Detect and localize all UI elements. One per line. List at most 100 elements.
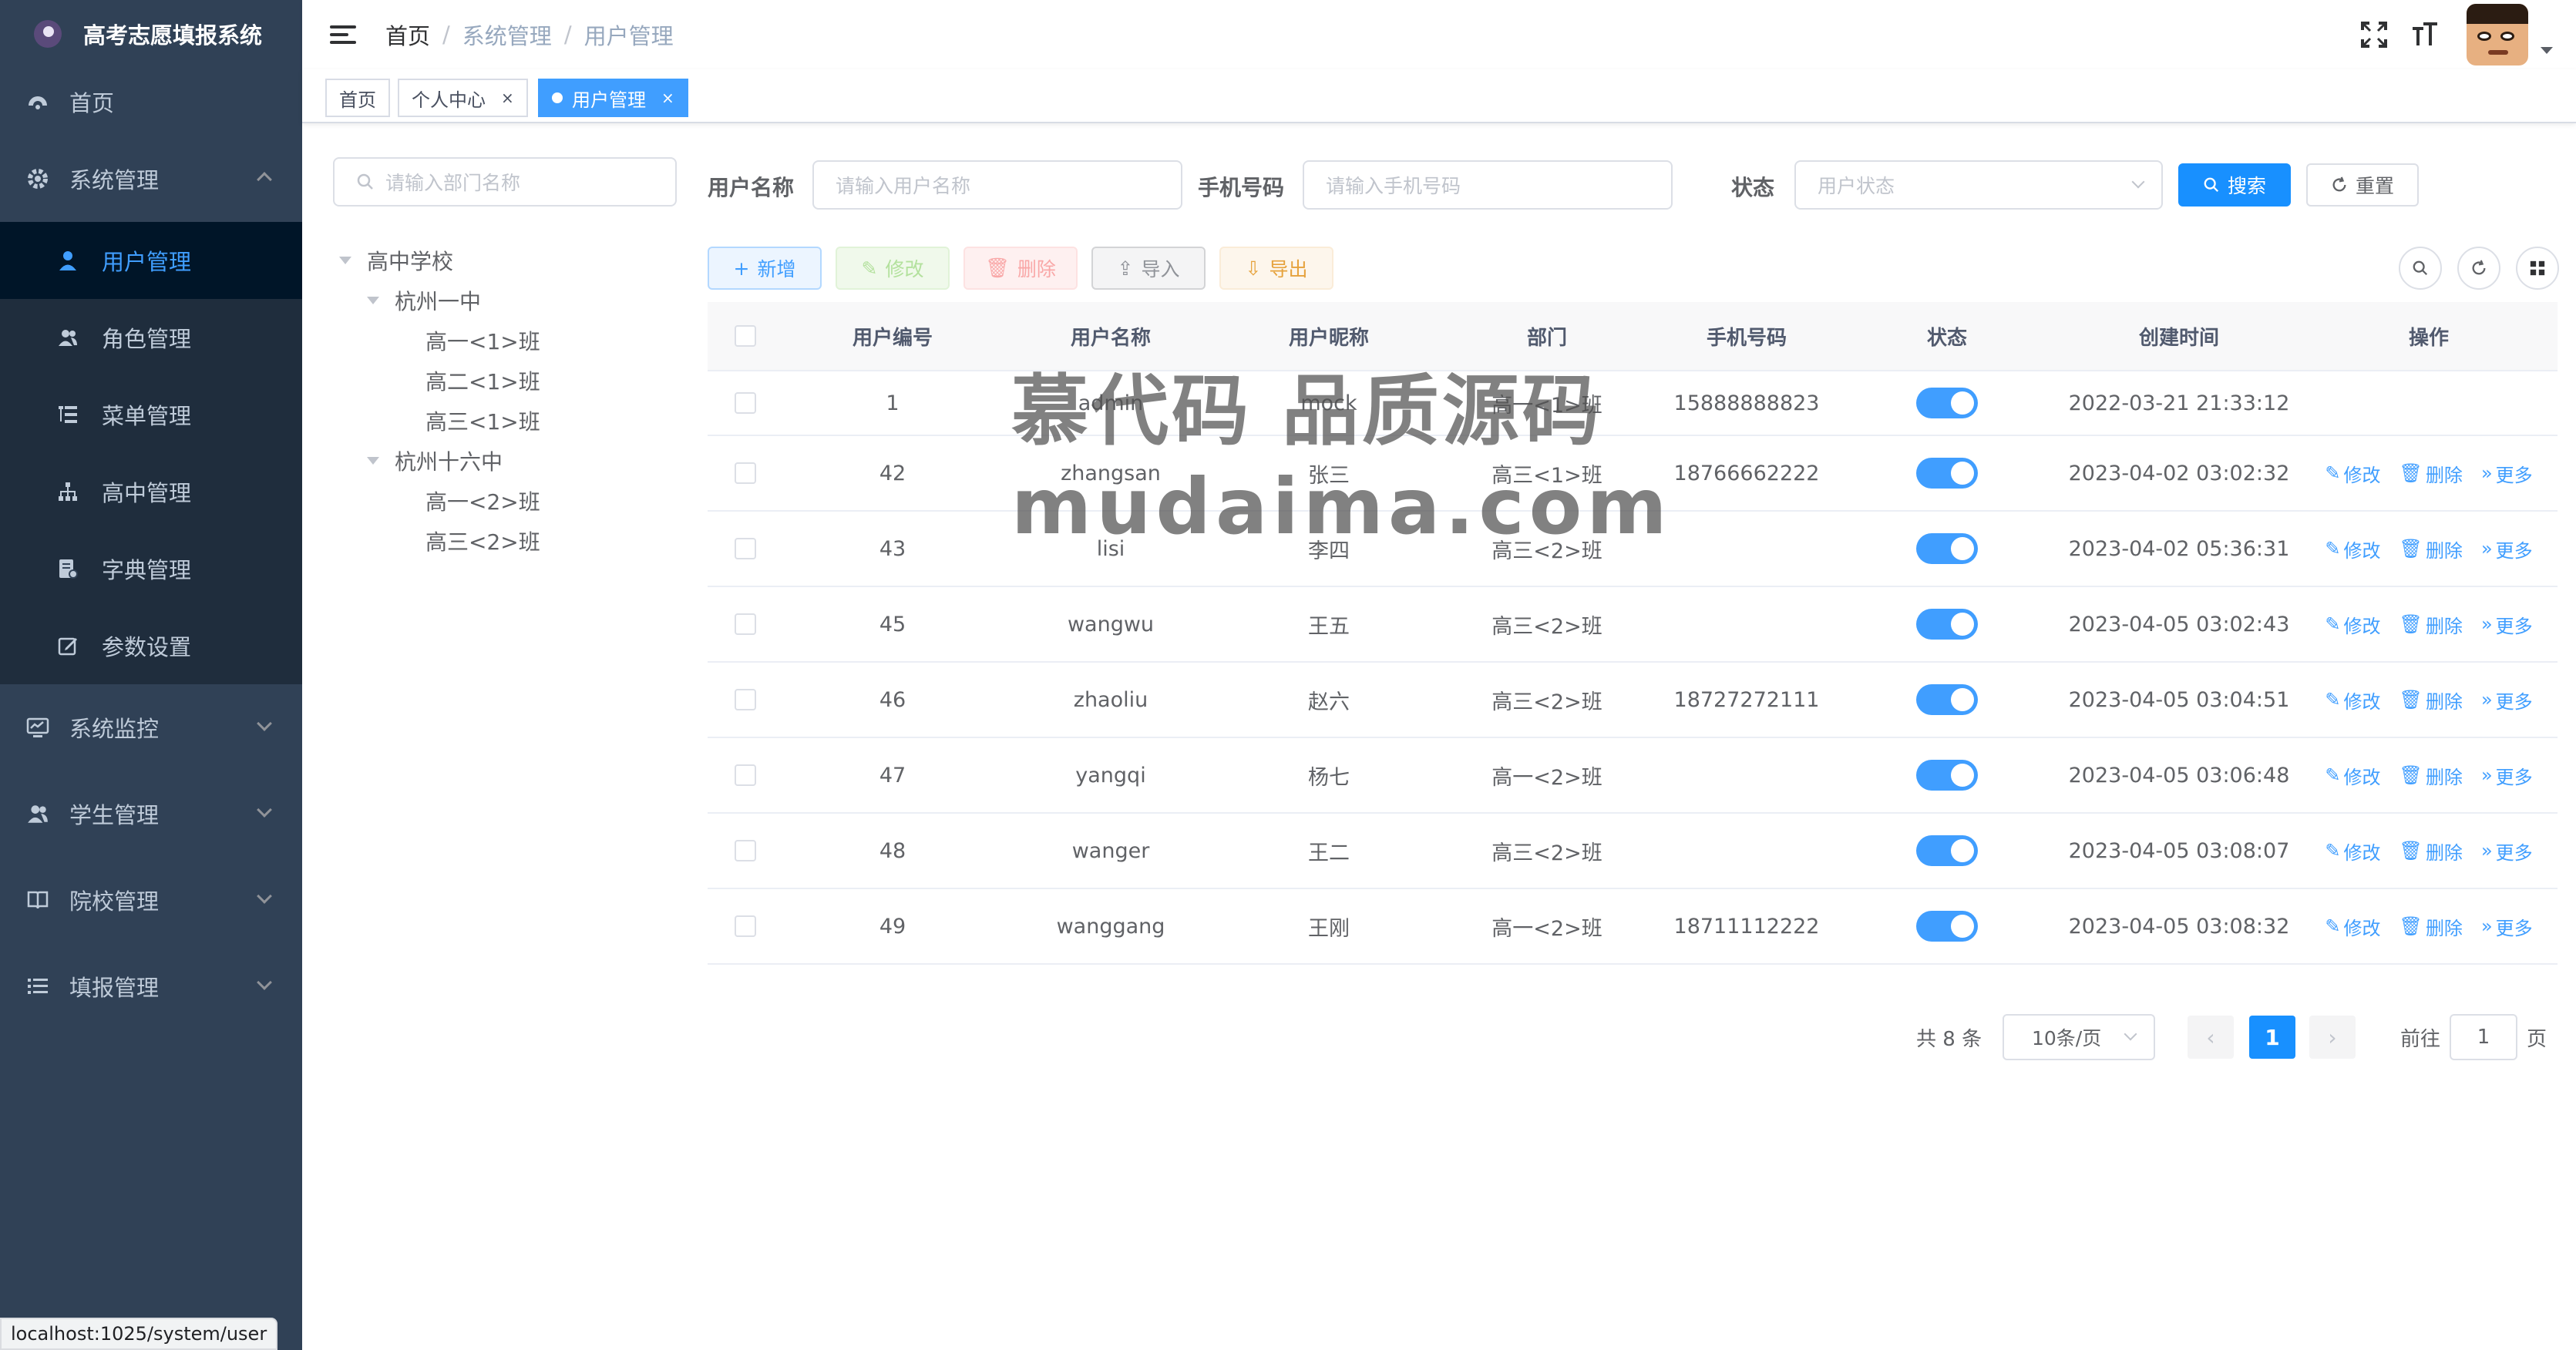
- sidebar-item-highschool-management[interactable]: 高中管理: [0, 453, 302, 530]
- toggle-search-button[interactable]: [2399, 247, 2442, 290]
- avatar[interactable]: [2467, 4, 2528, 65]
- row-checkbox[interactable]: [735, 462, 756, 484]
- sidebar-item-dict-management[interactable]: 字典管理: [0, 530, 302, 607]
- sidebar-item-user-management[interactable]: 用户管理: [0, 222, 302, 299]
- row-checkbox[interactable]: [735, 538, 756, 559]
- row-edit-link[interactable]: ✎ 修改: [2325, 913, 2380, 940]
- phone-input[interactable]: 请输入手机号码: [1303, 160, 1673, 210]
- sidebar-item-monitor[interactable]: 系统监控: [0, 684, 302, 771]
- breadcrumb-home[interactable]: 首页: [385, 18, 430, 51]
- row-edit-link[interactable]: ✎ 修改: [2325, 687, 2380, 714]
- caret-down-icon[interactable]: [367, 457, 379, 465]
- row-delete-link[interactable]: 🗑 删除: [2399, 762, 2462, 789]
- select-all-checkbox[interactable]: [735, 325, 756, 347]
- status-switch[interactable]: [1916, 684, 1978, 715]
- sidebar-item-role-management[interactable]: 角色管理: [0, 299, 302, 376]
- row-delete-link[interactable]: 🗑 删除: [2399, 611, 2462, 638]
- goto-page-input[interactable]: 1: [2450, 1014, 2517, 1060]
- prev-page-button[interactable]: ‹: [2188, 1016, 2234, 1059]
- columns-button[interactable]: [2516, 247, 2559, 290]
- sidebar-item-colleges[interactable]: 院校管理: [0, 857, 302, 943]
- phone-placeholder: 请输入手机号码: [1326, 175, 1461, 197]
- tree-node-class[interactable]: 高三<2>班: [425, 521, 540, 561]
- hamburger-icon[interactable]: [330, 22, 356, 48]
- status-switch[interactable]: [1916, 533, 1978, 564]
- row-more-link[interactable]: » 更多: [2481, 611, 2533, 638]
- cell-created: 2023-04-05 03:04:51: [2068, 687, 2290, 712]
- import-button[interactable]: ⇪ 导入: [1091, 247, 1206, 290]
- status-switch[interactable]: [1916, 458, 1978, 489]
- app-brand[interactable]: 高考志愿填报系统: [0, 0, 302, 68]
- caret-down-icon[interactable]: [367, 297, 379, 304]
- tag-profile[interactable]: 个人中心 ×: [398, 79, 528, 117]
- status-switch[interactable]: [1916, 911, 1978, 942]
- cell-username: lisi: [1096, 536, 1125, 561]
- close-icon[interactable]: ×: [501, 89, 514, 107]
- page-size-select[interactable]: 10条/页: [2003, 1014, 2155, 1060]
- delete-button[interactable]: 🗑 删除: [963, 247, 1078, 290]
- export-button[interactable]: ⇩ 导出: [1219, 247, 1333, 290]
- reset-button[interactable]: 重置: [2306, 163, 2419, 207]
- caret-down-icon[interactable]: [339, 257, 351, 264]
- row-checkbox[interactable]: [735, 392, 756, 414]
- row-more-link[interactable]: » 更多: [2481, 460, 2533, 487]
- cell-actions: ✎ 修改 🗑 删除 » 更多: [2302, 913, 2556, 940]
- status-switch[interactable]: [1916, 835, 1978, 866]
- row-checkbox[interactable]: [735, 840, 756, 861]
- add-button[interactable]: + 新增: [708, 247, 822, 290]
- search-button[interactable]: 搜索: [2178, 163, 2291, 207]
- row-delete-link[interactable]: 🗑 删除: [2399, 687, 2462, 714]
- cell-actions: ✎ 修改 🗑 删除 » 更多: [2302, 762, 2556, 789]
- row-checkbox[interactable]: [735, 915, 756, 937]
- row-checkbox[interactable]: [735, 764, 756, 786]
- row-more-link[interactable]: » 更多: [2481, 536, 2533, 562]
- sidebar-item-param-settings[interactable]: 参数设置: [0, 607, 302, 684]
- font-size-icon[interactable]: [2408, 18, 2442, 52]
- status-select[interactable]: 用户状态: [1794, 160, 2163, 210]
- row-edit-link[interactable]: ✎ 修改: [2325, 838, 2380, 865]
- table-row: 42 zhangsan 张三 高三<1>班 18766662222 2023-04-02 …: [708, 436, 2558, 512]
- tree-node-class[interactable]: 高二<1>班: [425, 361, 540, 401]
- tree-node-class[interactable]: 高一<1>班: [425, 321, 540, 361]
- caret-down-icon[interactable]: [2541, 46, 2553, 54]
- tree-node-class[interactable]: 高一<2>班: [425, 481, 540, 521]
- row-delete-link[interactable]: 🗑 删除: [2399, 838, 2462, 865]
- row-more-label: 更多: [2495, 539, 2533, 562]
- tree-node-class[interactable]: 高三<1>班: [425, 401, 540, 441]
- row-edit-link[interactable]: ✎ 修改: [2325, 536, 2380, 562]
- sidebar-item-application[interactable]: 填报管理: [0, 943, 302, 1029]
- sidebar-item-home[interactable]: 首页: [0, 68, 302, 136]
- row-edit-link[interactable]: ✎ 修改: [2325, 460, 2380, 487]
- tag-user-management[interactable]: 用户管理 ×: [538, 79, 688, 117]
- sidebar-item-system[interactable]: 系统管理: [0, 136, 302, 222]
- edit-button[interactable]: ✎ 修改: [836, 247, 950, 290]
- row-more-link[interactable]: » 更多: [2481, 762, 2533, 789]
- row-checkbox[interactable]: [735, 689, 756, 710]
- status-switch[interactable]: [1916, 388, 1978, 418]
- tree-node-root[interactable]: 高中学校: [339, 240, 453, 280]
- row-checkbox[interactable]: [735, 613, 756, 635]
- row-delete-link[interactable]: 🗑 删除: [2399, 536, 2462, 562]
- dept-search-input[interactable]: 请输入部门名称: [333, 157, 677, 207]
- row-more-link[interactable]: » 更多: [2481, 913, 2533, 940]
- cell-created: 2023-04-02 05:36:31: [2068, 536, 2290, 561]
- row-more-link[interactable]: » 更多: [2481, 687, 2533, 714]
- close-icon[interactable]: ×: [661, 89, 674, 107]
- page-number[interactable]: 1: [2249, 1016, 2295, 1059]
- tree-node-school1[interactable]: 杭州一中: [367, 280, 481, 321]
- row-delete-link[interactable]: 🗑 删除: [2399, 913, 2462, 940]
- status-switch[interactable]: [1916, 609, 1978, 640]
- sidebar-item-menu-management[interactable]: 菜单管理: [0, 376, 302, 453]
- fullscreen-icon[interactable]: [2357, 18, 2391, 52]
- sidebar-item-students[interactable]: 学生管理: [0, 771, 302, 857]
- row-more-link[interactable]: » 更多: [2481, 838, 2533, 865]
- refresh-button[interactable]: [2457, 247, 2500, 290]
- tree-node-school2[interactable]: 杭州十六中: [367, 441, 503, 481]
- status-switch[interactable]: [1916, 760, 1978, 791]
- tag-home[interactable]: 首页: [325, 79, 390, 117]
- username-input[interactable]: 请输入用户名称: [812, 160, 1182, 210]
- row-delete-link[interactable]: 🗑 删除: [2399, 460, 2462, 487]
- row-edit-link[interactable]: ✎ 修改: [2325, 611, 2380, 638]
- row-edit-link[interactable]: ✎ 修改: [2325, 762, 2380, 789]
- next-page-button[interactable]: ›: [2309, 1016, 2356, 1059]
